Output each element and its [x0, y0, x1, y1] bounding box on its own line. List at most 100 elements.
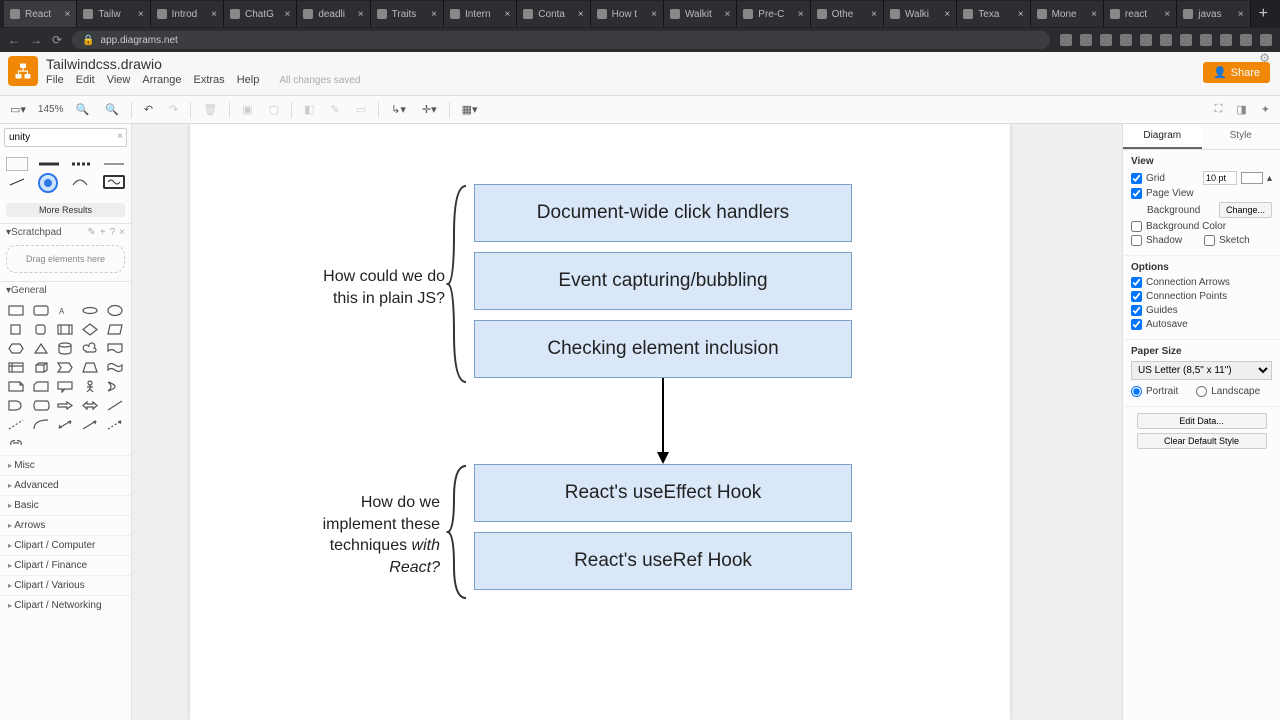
extension-icon[interactable] — [1060, 34, 1072, 46]
guides-checkbox[interactable] — [1131, 305, 1142, 316]
edit-data-button[interactable]: Edit Data... — [1137, 413, 1267, 429]
browser-tab[interactable]: Walki× — [884, 1, 957, 27]
add-icon[interactable]: + — [100, 227, 106, 238]
browser-tab[interactable]: How t× — [591, 1, 664, 27]
cat-misc[interactable]: Misc — [0, 455, 131, 475]
fullscreen-icon[interactable]: ⛶ — [1211, 101, 1227, 118]
cat-clipart-finance[interactable]: Clipart / Finance — [0, 555, 131, 575]
delete-icon[interactable]: 🗑 — [199, 101, 221, 118]
bgcolor-checkbox[interactable] — [1131, 221, 1142, 232]
more-results-button[interactable]: More Results — [6, 203, 125, 217]
conn-points-checkbox[interactable] — [1131, 291, 1142, 302]
arrow-connector[interactable] — [653, 378, 673, 466]
share-button[interactable]: 👤Share — [1203, 62, 1270, 83]
edge-style-entity[interactable] — [103, 175, 125, 189]
extension-icon[interactable] — [1140, 34, 1152, 46]
grid-color-swatch[interactable] — [1241, 172, 1263, 184]
browser-tab[interactable]: Pre-C× — [737, 1, 810, 27]
shape-internal[interactable] — [6, 360, 27, 375]
shape-cylinder[interactable] — [55, 341, 76, 356]
extension-icon[interactable] — [1240, 34, 1252, 46]
shape-process[interactable] — [55, 322, 76, 337]
question-text-2[interactable]: How do weimplement thesetechniques withR… — [280, 492, 440, 578]
shape-or[interactable] — [104, 379, 125, 394]
edit-icon[interactable]: ✎ — [87, 227, 95, 238]
page-setup-button[interactable]: ▭▾ — [6, 101, 30, 118]
cat-advanced[interactable]: Advanced — [0, 475, 131, 495]
outline-icon[interactable]: ✦ — [1257, 101, 1274, 118]
line-style-none[interactable] — [6, 157, 28, 171]
browser-tab[interactable]: react× — [1104, 1, 1177, 27]
shape-arrow[interactable] — [55, 398, 76, 413]
zoom-value[interactable]: 145% — [38, 104, 64, 115]
menu-edit[interactable]: Edit — [76, 74, 95, 86]
waypoint-icon[interactable]: ✛▾ — [418, 101, 441, 118]
extension-icon[interactable] — [1120, 34, 1132, 46]
extension-icon[interactable] — [1180, 34, 1192, 46]
landscape-radio[interactable] — [1196, 386, 1207, 397]
menu-arrange[interactable]: Arrange — [142, 74, 181, 86]
shape-hexagon[interactable] — [6, 341, 27, 356]
shape-tape[interactable] — [104, 360, 125, 375]
connection-icon[interactable]: ↳▾ — [387, 101, 410, 118]
diagram-node[interactable]: Document-wide click handlers — [474, 184, 852, 242]
shape-note[interactable] — [6, 379, 27, 394]
zoom-out-icon[interactable]: 🔍 — [101, 101, 123, 118]
shape-cube[interactable] — [31, 360, 52, 375]
browser-tab[interactable]: Texa× — [957, 1, 1030, 27]
shape-and[interactable] — [6, 398, 27, 413]
close-icon[interactable]: × — [119, 227, 125, 238]
menu-file[interactable]: File — [46, 74, 64, 86]
shadow-checkbox[interactable] — [1131, 235, 1142, 246]
back-icon[interactable]: ← — [8, 33, 20, 47]
shape-diamond[interactable] — [80, 322, 101, 337]
shape-callout[interactable] — [55, 379, 76, 394]
shape-datastore[interactable] — [31, 398, 52, 413]
browser-tab[interactable]: Introd× — [151, 1, 224, 27]
shape-rsquare[interactable] — [31, 322, 52, 337]
menu-help[interactable]: Help — [237, 74, 260, 86]
tab-style[interactable]: Style — [1202, 124, 1280, 149]
cat-arrows[interactable]: Arrows — [0, 515, 131, 535]
diagram-node[interactable]: React's useEffect Hook — [474, 464, 852, 522]
edge-style-orthogonal[interactable] — [40, 175, 56, 191]
paper-size-select[interactable]: US Letter (8,5" x 11") — [1131, 361, 1272, 380]
close-icon[interactable]: × — [64, 9, 70, 20]
new-tab-button[interactable]: + — [1251, 5, 1276, 23]
line-color-icon[interactable]: ✎ — [327, 101, 344, 118]
shape-biarrow[interactable] — [80, 398, 101, 413]
browser-tab[interactable]: Tailw× — [77, 1, 150, 27]
drawio-logo[interactable] — [8, 56, 38, 86]
to-front-icon[interactable]: ▣ — [238, 101, 256, 118]
shape-trapezoid[interactable] — [80, 360, 101, 375]
shape-card[interactable] — [31, 379, 52, 394]
grid-checkbox[interactable] — [1131, 173, 1142, 184]
extension-icon[interactable] — [1260, 34, 1272, 46]
redo-icon[interactable]: ↷ — [165, 101, 182, 118]
shape-line[interactable] — [104, 398, 125, 413]
extension-icon[interactable] — [1220, 34, 1232, 46]
search-input[interactable] — [4, 128, 127, 147]
shape-dasharrow[interactable] — [104, 417, 125, 432]
shape-arrowline[interactable] — [80, 417, 101, 432]
shape-document[interactable] — [104, 341, 125, 356]
help-icon[interactable]: ? — [110, 227, 116, 238]
cat-clipart-computer[interactable]: Clipart / Computer — [0, 535, 131, 555]
reload-icon[interactable]: ⟳ — [52, 33, 62, 47]
shape-ellipse-wide[interactable] — [80, 303, 101, 318]
pageview-checkbox[interactable] — [1131, 188, 1142, 199]
address-bar[interactable]: 🔒 app.diagrams.net — [72, 31, 1050, 49]
menu-extras[interactable]: Extras — [194, 74, 225, 86]
insert-icon[interactable]: ▦▾ — [458, 101, 482, 118]
menu-view[interactable]: View — [107, 74, 131, 86]
shape-rounded[interactable] — [31, 303, 52, 318]
shadow-icon[interactable]: ▭ — [352, 101, 370, 118]
shape-step[interactable] — [55, 360, 76, 375]
cat-clipart-various[interactable]: Clipart / Various — [0, 575, 131, 595]
browser-tab[interactable]: Mone× — [1031, 1, 1104, 27]
edge-style-curved[interactable] — [69, 175, 91, 189]
shape-triangle[interactable] — [31, 341, 52, 356]
shape-curve1[interactable] — [31, 417, 52, 432]
scratchpad-dropzone[interactable]: Drag elements here — [6, 245, 125, 273]
fill-color-icon[interactable]: ◧ — [300, 101, 318, 118]
